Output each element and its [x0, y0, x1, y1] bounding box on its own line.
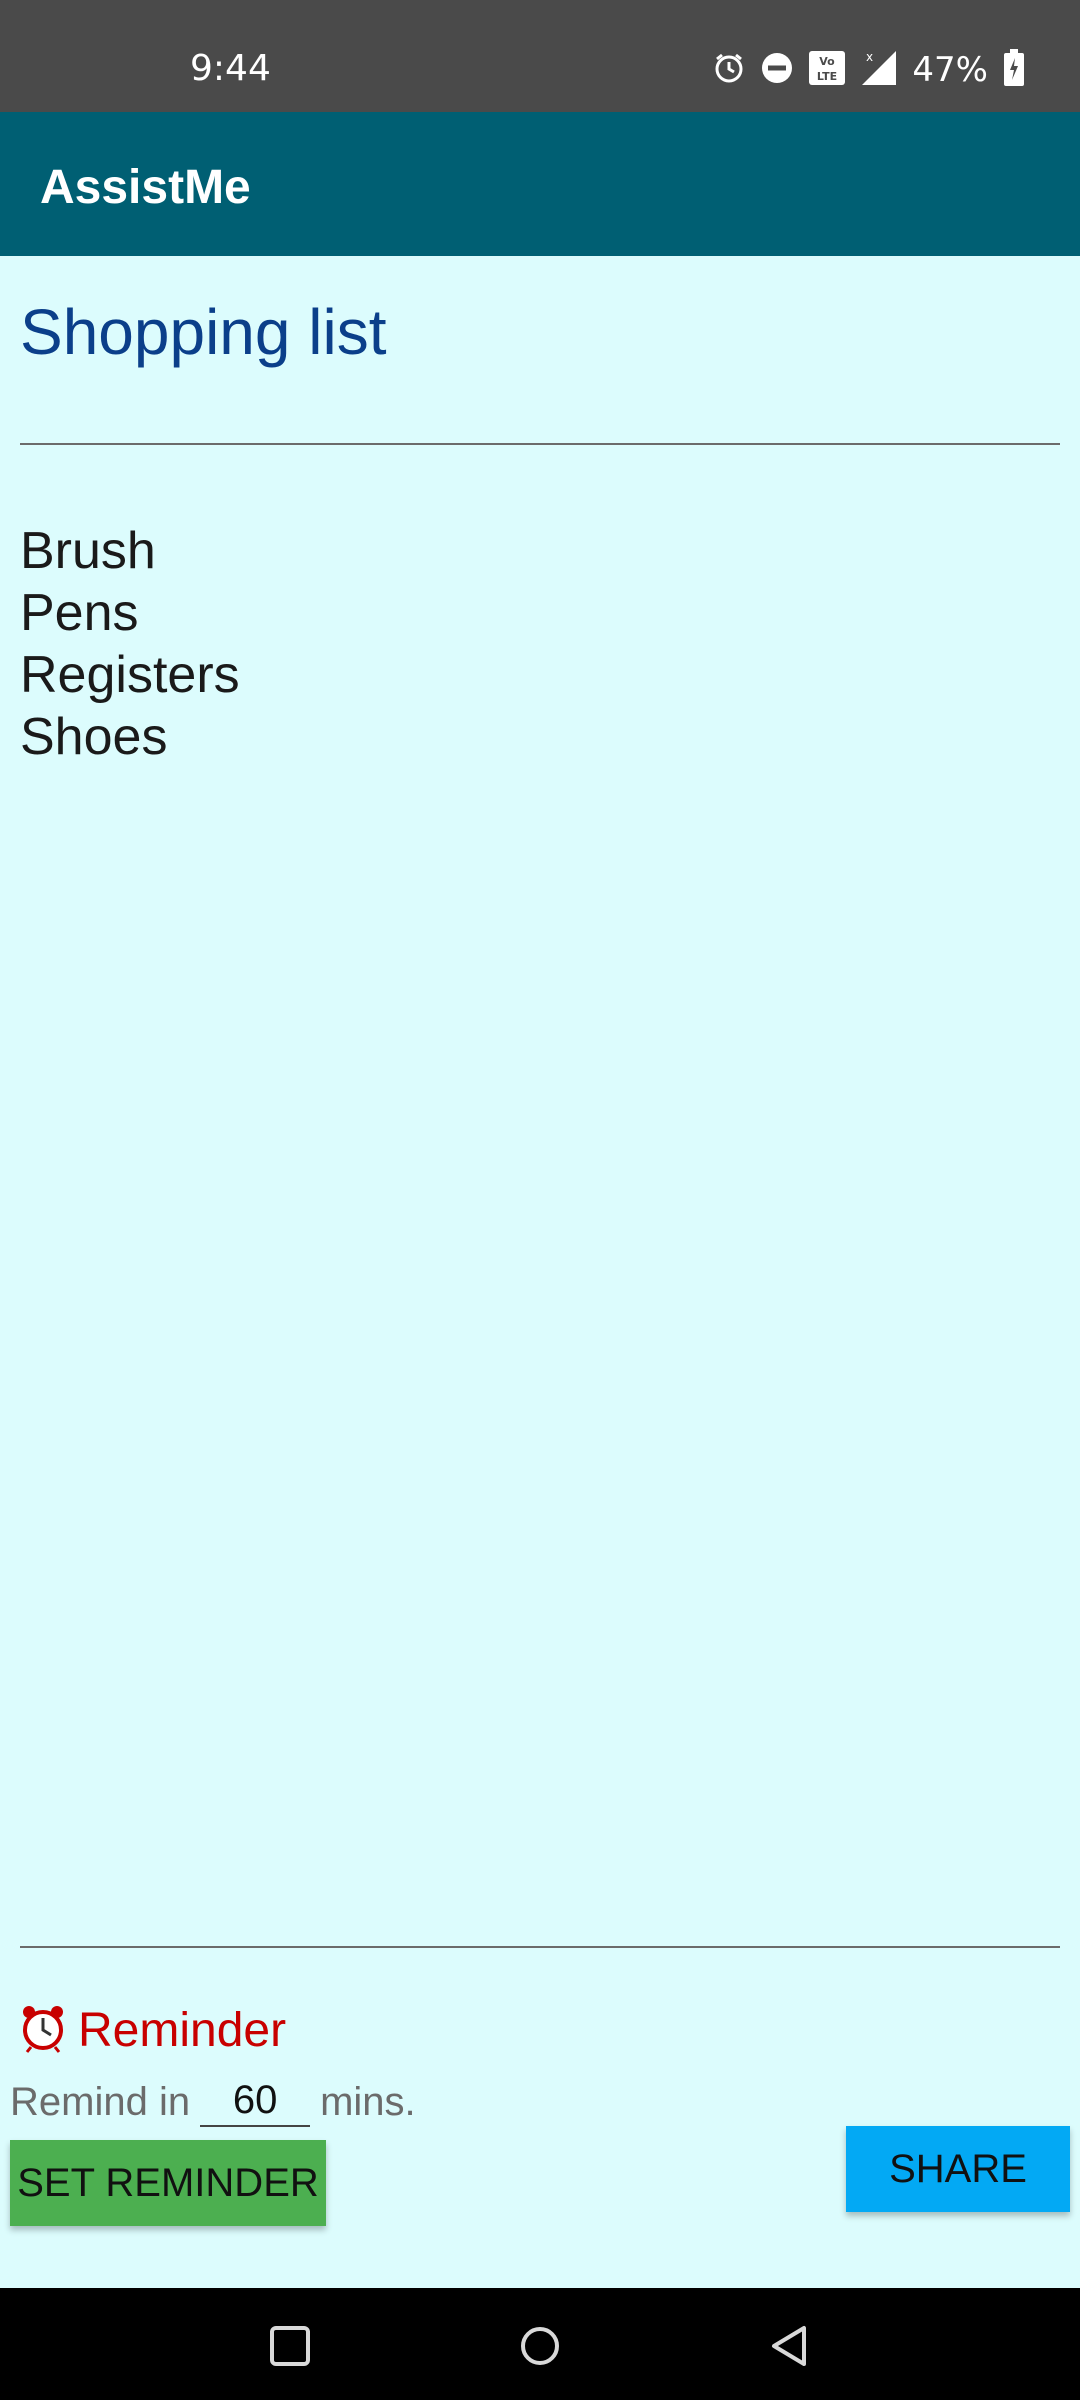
status-bar: 9:44 Vo LTE x 47% [0, 0, 1080, 112]
reminder-label: Reminder [78, 2003, 287, 2057]
list-item: Brush [20, 522, 156, 580]
remind-row: Remind in mins. [10, 2074, 416, 2130]
list-item: Pens [20, 584, 139, 642]
signal-icon: x [860, 49, 898, 92]
list-item: Registers [20, 646, 240, 704]
svg-text:x: x [866, 50, 873, 64]
status-time: 9:44 [190, 48, 271, 89]
divider [20, 1946, 1060, 1948]
alarm-clock-icon [20, 2003, 66, 2058]
set-reminder-button[interactable]: SET REMINDER [10, 2140, 326, 2226]
list-item: Shoes [20, 708, 168, 766]
remind-minutes-input[interactable] [200, 2077, 311, 2127]
recent-apps-icon[interactable] [260, 2316, 320, 2376]
app-bar: AssistMe [0, 112, 1080, 256]
remind-prefix: Remind in [10, 2079, 191, 2124]
share-button[interactable]: SHARE [846, 2126, 1070, 2212]
home-icon[interactable] [510, 2316, 570, 2376]
back-icon[interactable] [760, 2316, 820, 2376]
shopping-list: Brush Pens Registers Shoes [20, 520, 240, 768]
divider [20, 443, 1060, 445]
battery-percent: 47% [912, 50, 988, 90]
nav-bar [0, 2288, 1080, 2400]
do-not-disturb-icon [760, 51, 794, 90]
svg-text:Vo: Vo [820, 55, 836, 68]
remind-suffix: mins. [320, 2079, 416, 2124]
volte-icon: Vo LTE [808, 50, 846, 91]
alarm-icon [712, 51, 746, 90]
app-title: AssistMe [40, 161, 251, 214]
status-icons: Vo LTE x 47% [712, 48, 1026, 92]
reminder-header: Reminder [20, 2000, 286, 2060]
battery-icon [1002, 48, 1026, 92]
svg-text:LTE: LTE [817, 70, 837, 83]
list-title: Shopping list [20, 296, 387, 368]
